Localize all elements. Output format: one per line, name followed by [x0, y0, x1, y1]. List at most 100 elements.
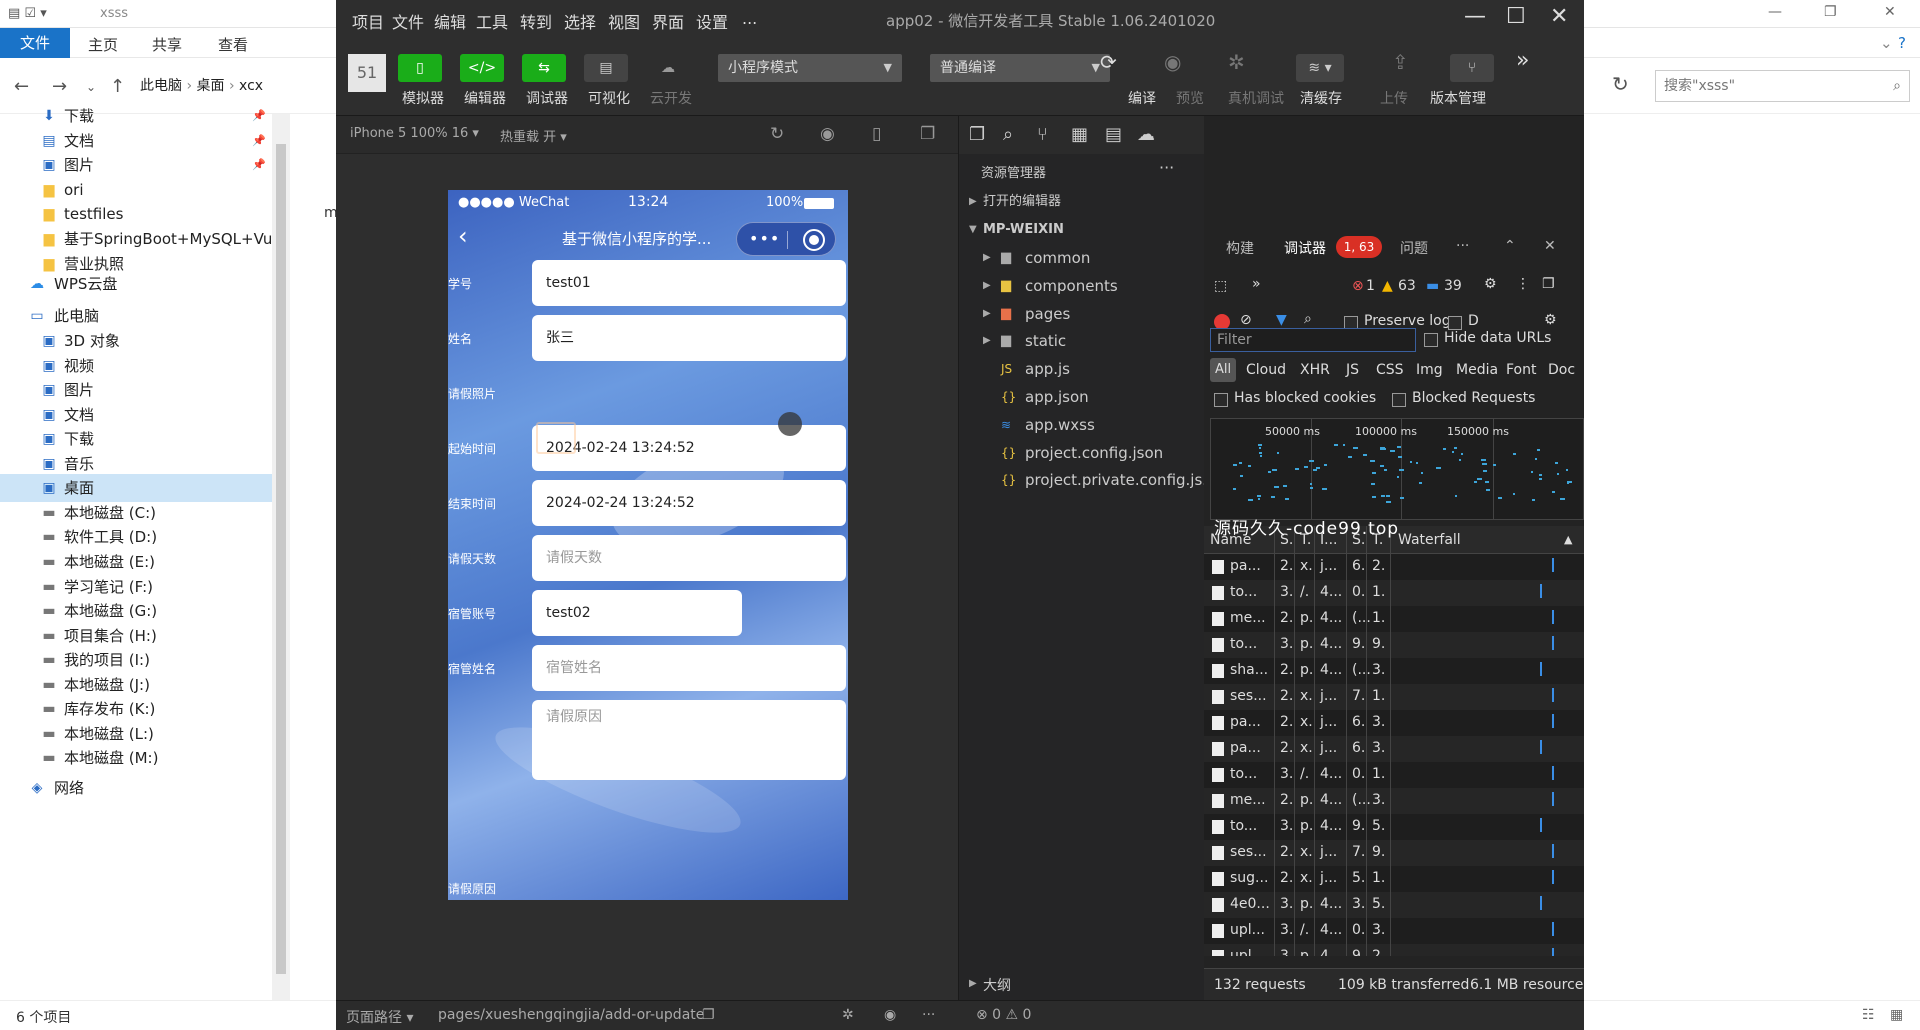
type-filter[interactable]: JS — [1346, 362, 1359, 378]
blocked-requests-checkbox[interactable] — [1392, 393, 1406, 407]
rotate-icon[interactable]: ↻ — [770, 124, 784, 144]
tab-build[interactable]: 构建 — [1226, 238, 1254, 258]
menu-item[interactable]: 项目 — [352, 9, 384, 33]
version-control-button[interactable]: ⑂ — [1450, 54, 1494, 82]
ribbon-expand-icon[interactable]: ⌄ — [1880, 34, 1893, 52]
blocked-cookies-checkbox[interactable] — [1214, 393, 1228, 407]
network-timeline[interactable]: 50000 ms 100000 ms 150000 ms — [1210, 418, 1584, 520]
collapse-icon[interactable]: ⌃ — [1504, 238, 1516, 254]
page-path-select[interactable]: 页面路径 ▾ — [346, 1007, 413, 1027]
table-row[interactable]: to... 3. p. 4... 9. 5. — [1204, 814, 1584, 840]
mode-select[interactable]: 小程序模式 ▼ — [718, 54, 902, 82]
more-panels-icon[interactable]: » — [1252, 276, 1261, 292]
settings-icon[interactable]: ⚙ — [1484, 276, 1497, 292]
ide-close-icon[interactable]: ✕ — [1550, 4, 1568, 29]
clear-icon[interactable]: ⊘ — [1240, 312, 1252, 328]
ide-minimize-icon[interactable]: — — [1464, 4, 1486, 29]
device-icon[interactable]: ▯ — [872, 124, 881, 144]
more-icon[interactable]: ··· — [922, 1007, 935, 1023]
disable-cache-checkbox[interactable] — [1448, 316, 1462, 330]
table-row[interactable]: pa... 2. x. j... 6. 3. — [1204, 710, 1584, 736]
file-item[interactable]: {} app.json — [959, 383, 1204, 411]
menu-item[interactable]: 选择 — [564, 9, 596, 33]
debug-icon[interactable]: ✲ — [842, 1007, 854, 1023]
folder-item[interactable]: ▶ ▆ pages — [959, 300, 1204, 328]
column-header[interactable]: Waterfall — [1398, 532, 1461, 548]
record-icon[interactable]: ◉ — [820, 124, 835, 144]
table-row[interactable]: to... 3. /. 4... 0. 1. — [1204, 580, 1584, 606]
close-icon[interactable]: ✕ — [1544, 238, 1556, 254]
form-input[interactable]: 2024-02-24 13:24:52 — [532, 480, 846, 526]
address-bar[interactable]: 此电脑 › 桌面 › xcx — [140, 70, 340, 102]
type-filter[interactable]: Doc — [1548, 362, 1575, 378]
table-row[interactable]: pa... 2. x. j... 6. 3. — [1204, 736, 1584, 762]
file-item[interactable]: {} project.private.config.js... — [959, 466, 1204, 494]
editor-toggle-button[interactable]: </> — [460, 54, 504, 82]
table-row[interactable]: ses... 2. x. j... 7. 1. — [1204, 684, 1584, 710]
debugger-toggle-button[interactable]: ⇆ — [522, 54, 566, 82]
network-settings-icon[interactable]: ⚙ — [1544, 312, 1557, 328]
menu-item[interactable]: 工具 — [476, 9, 508, 33]
ribbon-tab-home[interactable]: 主页 — [88, 34, 118, 55]
popout-icon[interactable]: ❐ — [920, 124, 935, 144]
preview-icon[interactable]: ◉ — [1164, 50, 1181, 74]
breadcrumb-xcx[interactable]: xcx — [239, 78, 263, 94]
visual-toggle-button[interactable]: ▤ — [584, 54, 628, 82]
table-row[interactable]: to... 3. /. 4... 0. 1. — [1204, 762, 1584, 788]
table-row[interactable]: pa... 2. x. j... 6. 2. — [1204, 554, 1584, 580]
table-row[interactable]: sug... 2. x. j... 5. 1. — [1204, 866, 1584, 892]
table-row[interactable]: to... 3. p. 4... 9. 9. — [1204, 632, 1584, 658]
problems-counter[interactable]: ⊗ 0 ⚠ 0 — [976, 1007, 1031, 1023]
type-filter[interactable]: XHR — [1300, 362, 1330, 378]
source-control-icon[interactable]: ⑂ — [1037, 124, 1048, 145]
table-row[interactable]: 4e0... 3. p. 4... 3. 5. — [1204, 892, 1584, 918]
sidebar-item-wps[interactable]: ☁ WPS云盘 — [0, 270, 272, 298]
table-row[interactable]: upl... 3. p. 4... 9. 2. — [1204, 944, 1584, 956]
hot-reload-select[interactable]: 热重载 开 ▾ — [500, 126, 567, 145]
menu-item[interactable]: 文件 — [392, 9, 424, 33]
form-input[interactable]: 请假原因 — [532, 700, 846, 780]
explorer-search-input[interactable]: 搜索"xsss" ⌕ — [1655, 70, 1910, 102]
menu-item[interactable]: 编辑 — [434, 9, 466, 33]
type-filter[interactable]: CSS — [1376, 362, 1404, 378]
menu-item[interactable]: 视图 — [608, 9, 640, 33]
close-icon[interactable]: ✕ — [1884, 4, 1896, 20]
project-root[interactable]: ▼ MP-WEIXIN — [959, 216, 1204, 244]
help-icon[interactable]: ? — [1898, 34, 1906, 52]
search-icon[interactable]: ⌕ — [1003, 124, 1013, 145]
cloud-icon[interactable]: ☁ — [1137, 124, 1155, 145]
more-icon[interactable]: ··· — [1456, 238, 1469, 254]
more-tools-icon[interactable]: » — [1516, 48, 1529, 73]
file-item[interactable]: ≋ app.wxss — [959, 411, 1204, 439]
upload-icon[interactable]: ⇪ — [1392, 50, 1409, 74]
kebab-icon[interactable]: ⋮ — [1516, 276, 1530, 292]
form-input[interactable]: test01 — [532, 260, 846, 306]
menu-capsule[interactable]: ••• — [736, 222, 836, 256]
filter-icon[interactable]: ▼ — [1276, 312, 1287, 328]
ide-maximize-icon[interactable]: ☐ — [1506, 4, 1526, 29]
search-icon[interactable]: ⌕ — [1304, 311, 1312, 327]
form-input[interactable]: test02 — [532, 590, 742, 636]
extensions-icon[interactable]: ▦ — [1071, 124, 1088, 145]
file-item[interactable]: {} project.config.json — [959, 439, 1204, 467]
folder-item[interactable]: ▶ ▆ common — [959, 244, 1204, 272]
files-icon[interactable]: ❐ — [969, 124, 985, 145]
menu-item[interactable]: 转到 — [520, 9, 552, 33]
up-icon[interactable]: ↑ — [110, 76, 125, 97]
table-row[interactable]: me... 2. p. 4... (... 1. — [1204, 606, 1584, 632]
sort-asc-icon[interactable]: ▲ — [1564, 533, 1572, 546]
restore-icon[interactable]: ❐ — [1824, 4, 1837, 20]
table-row[interactable]: ses... 2. x. j... 7. 9. — [1204, 840, 1584, 866]
more-icon[interactable]: ··· — [1159, 158, 1174, 177]
type-filter-all[interactable]: All — [1210, 358, 1236, 382]
folder-item[interactable]: ▶ ▆ components — [959, 272, 1204, 300]
ribbon-tab-file[interactable]: 文件 — [0, 28, 70, 58]
outline-section[interactable]: ▶ 大纲 — [959, 970, 1204, 1000]
breadcrumb-pc[interactable]: 此电脑 — [140, 78, 182, 94]
tab-issues[interactable]: 问题 — [1400, 238, 1428, 258]
minimize-icon[interactable]: — — [1768, 4, 1782, 20]
photo-upload-icon[interactable] — [536, 422, 576, 454]
compile-icon[interactable]: ⟳ — [1100, 50, 1117, 74]
user-avatar[interactable]: 51 — [348, 54, 386, 92]
type-filter[interactable]: Font — [1506, 362, 1536, 378]
